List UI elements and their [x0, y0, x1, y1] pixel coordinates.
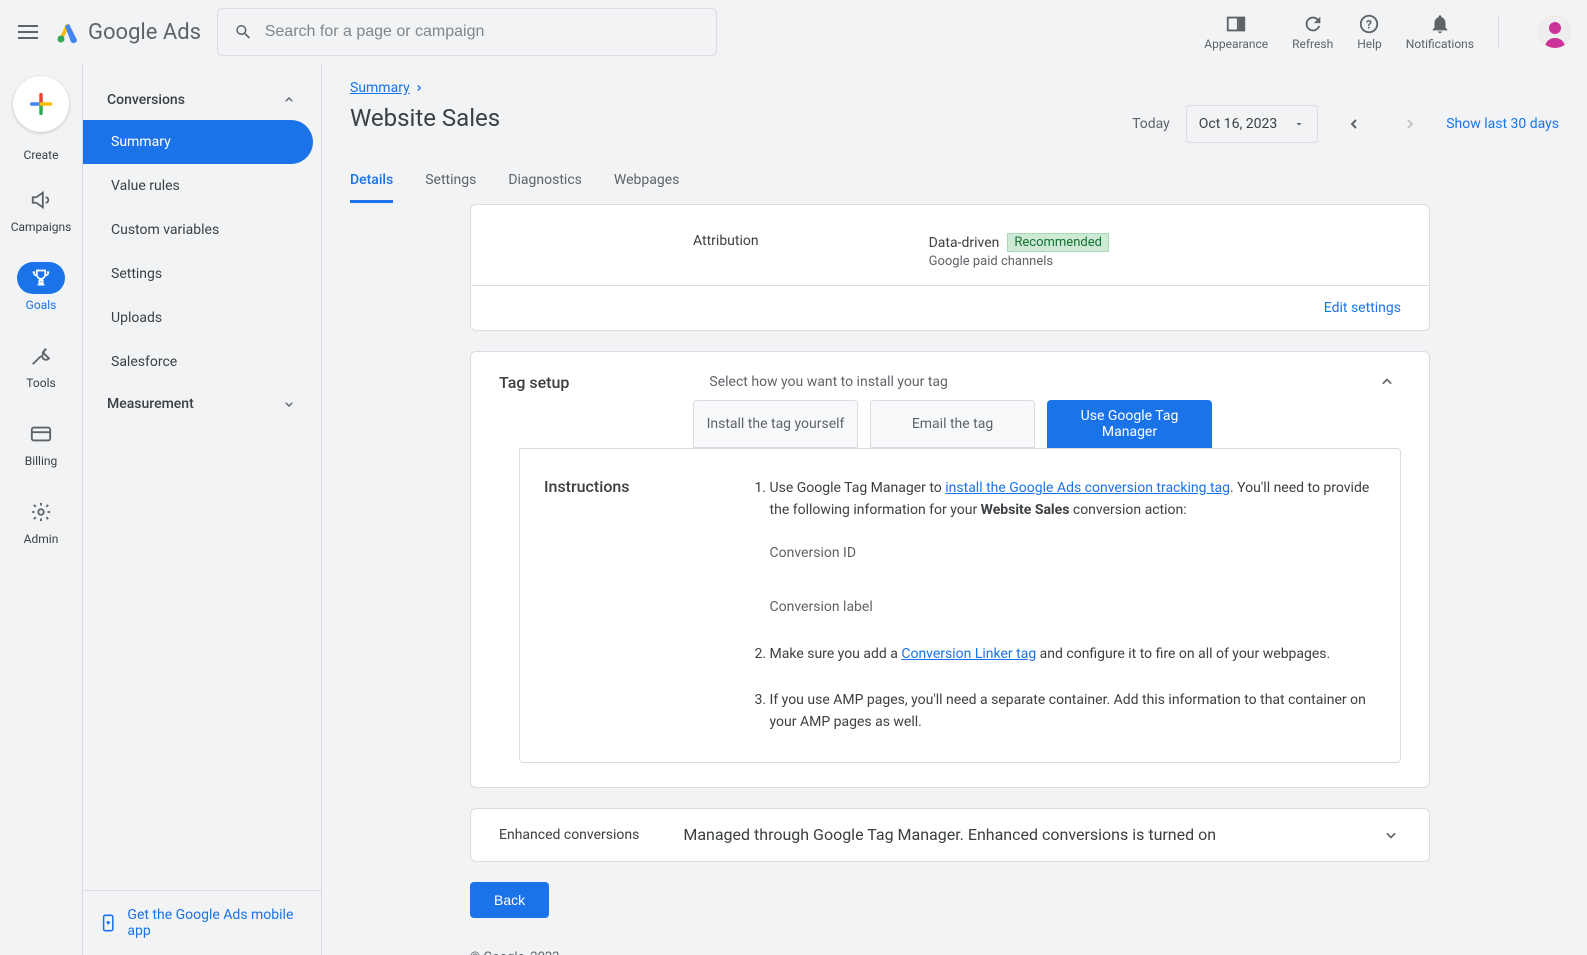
tag-setup-card: Tag setup Select how you want to install…	[470, 351, 1430, 788]
svg-text:?: ?	[1367, 18, 1373, 32]
enhanced-conversions-card[interactable]: Enhanced conversions Managed through Goo…	[470, 808, 1430, 862]
refresh-icon	[1302, 13, 1324, 35]
sidebar-group-measurement[interactable]: Measurement	[83, 384, 321, 424]
gear-icon	[30, 501, 52, 523]
tag-setup-subtitle: Select how you want to install your tag	[709, 374, 1237, 390]
conversion-label-label: Conversion label	[770, 596, 1372, 618]
chevron-right-icon	[1402, 116, 1418, 132]
product-name: Google Ads	[88, 20, 201, 45]
rail-billing[interactable]: Billing	[0, 412, 82, 474]
instruction-step-1: Use Google Tag Manager to install the Go…	[770, 477, 1372, 619]
date-today-label: Today	[1132, 116, 1170, 132]
sidebar-item-uploads[interactable]: Uploads	[83, 296, 313, 340]
install-tab-yourself[interactable]: Install the tag yourself	[693, 400, 858, 448]
conversion-linker-link[interactable]: Conversion Linker tag	[901, 646, 1036, 662]
collapse-button[interactable]	[1377, 372, 1401, 392]
install-tab-email[interactable]: Email the tag	[870, 400, 1035, 448]
page-title: Website Sales	[350, 104, 500, 132]
edit-settings-link[interactable]: Edit settings	[1324, 300, 1401, 316]
megaphone-icon	[30, 189, 52, 211]
tools-icon	[30, 345, 52, 367]
notifications-button[interactable]: Notifications	[1406, 13, 1474, 51]
tab-diagnostics[interactable]: Diagnostics	[508, 160, 582, 203]
attribution-label: Attribution	[693, 233, 759, 249]
show-last-30-link[interactable]: Show last 30 days	[1446, 116, 1559, 132]
tag-setup-title: Tag setup	[499, 373, 569, 392]
tab-details[interactable]: Details	[350, 160, 393, 203]
back-button[interactable]: Back	[470, 882, 549, 918]
account-avatar[interactable]	[1539, 16, 1571, 48]
bell-icon	[1429, 13, 1451, 35]
instruction-step-2: Make sure you add a Conversion Linker ta…	[770, 643, 1372, 665]
chevron-up-icon	[1377, 372, 1397, 392]
sidebar-group-conversions[interactable]: Conversions	[83, 80, 321, 120]
chevron-down-icon	[281, 396, 297, 412]
chevron-right-icon	[414, 83, 424, 93]
chevron-down-icon	[1381, 825, 1401, 845]
sidebar-item-value-rules[interactable]: Value rules	[83, 164, 313, 208]
rail-campaigns[interactable]: Campaigns	[0, 178, 82, 240]
header-actions: Appearance Refresh ? Help Notifications	[1204, 13, 1571, 51]
menu-icon[interactable]	[16, 20, 40, 44]
sidebar-item-salesforce[interactable]: Salesforce	[83, 340, 313, 384]
breadcrumb-summary[interactable]: Summary	[350, 80, 424, 96]
trophy-icon	[31, 268, 51, 288]
card-icon	[30, 423, 52, 445]
refresh-button[interactable]: Refresh	[1292, 13, 1333, 51]
chevron-up-icon	[281, 92, 297, 108]
appearance-button[interactable]: Appearance	[1204, 13, 1268, 51]
attribution-channels: Google paid channels	[929, 254, 1109, 269]
enhanced-description: Managed through Google Tag Manager. Enha…	[683, 825, 1337, 844]
detail-tabs: Details Settings Diagnostics Webpages	[350, 160, 1559, 204]
create-button[interactable]	[13, 76, 69, 132]
sidebar-item-settings[interactable]: Settings	[83, 252, 313, 296]
date-prev-button[interactable]	[1334, 104, 1374, 144]
rail-admin[interactable]: Admin	[0, 490, 82, 552]
install-tag-link[interactable]: install the Google Ads conversion tracki…	[945, 480, 1230, 496]
sidebar: Conversions Summary Value rules Custom v…	[82, 64, 322, 955]
product-logo[interactable]: Google Ads	[56, 20, 201, 45]
plus-icon	[27, 90, 55, 118]
instruction-step-3: If you use AMP pages, you'll need a sepa…	[770, 689, 1372, 734]
install-method-tabs: Install the tag yourself Email the tag U…	[471, 400, 1429, 448]
date-controls: Today Oct 16, 2023 Show last 30 days	[1132, 104, 1559, 144]
dropdown-arrow-icon	[1293, 118, 1305, 130]
date-range-dropdown[interactable]: Oct 16, 2023	[1186, 105, 1318, 143]
chevron-left-icon	[1346, 116, 1362, 132]
search-icon	[234, 22, 253, 42]
rail-tools[interactable]: Tools	[0, 334, 82, 396]
instructions-panel: Instructions Use Google Tag Manager to i…	[519, 448, 1401, 763]
recommended-badge: Recommended	[1007, 233, 1109, 252]
tab-webpages[interactable]: Webpages	[614, 160, 679, 203]
copyright: © Google, 2023.	[470, 950, 1559, 955]
search-input[interactable]	[265, 23, 700, 41]
search-box[interactable]	[217, 8, 717, 56]
left-rail: Create Campaigns Goals Tools Billing Adm…	[0, 64, 82, 955]
conversion-id-label: Conversion ID	[770, 542, 1372, 564]
date-next-button[interactable]	[1390, 104, 1430, 144]
tab-settings[interactable]: Settings	[425, 160, 476, 203]
attribution-model: Data-driven	[929, 235, 1000, 251]
rail-goals[interactable]: Goals	[0, 256, 82, 318]
help-button[interactable]: ? Help	[1357, 13, 1382, 51]
main-content: Summary Website Sales Today Oct 16, 2023…	[322, 64, 1587, 955]
divider	[1498, 16, 1499, 48]
install-tab-gtm[interactable]: Use Google Tag Manager	[1047, 400, 1212, 448]
app-header: Google Ads Appearance Refresh ? Help Not…	[0, 0, 1587, 64]
sidebar-item-custom-variables[interactable]: Custom variables	[83, 208, 313, 252]
enhanced-title: Enhanced conversions	[499, 827, 639, 843]
appearance-icon	[1225, 13, 1247, 35]
attribution-card: Attribution Data-driven Recommended Goog…	[470, 204, 1430, 331]
sidebar-item-summary[interactable]: Summary	[83, 120, 313, 164]
create-label: Create	[24, 148, 59, 162]
help-icon: ?	[1358, 13, 1380, 35]
mobile-app-link[interactable]: Get the Google Ads mobile app	[83, 890, 321, 955]
instructions-title: Instructions	[520, 477, 630, 734]
mobile-icon	[99, 913, 117, 933]
